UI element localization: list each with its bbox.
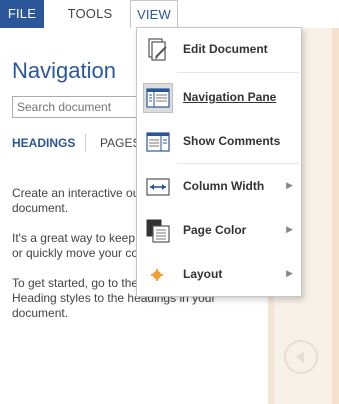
submenu-arrow-icon: ▶ bbox=[286, 180, 293, 190]
view-menu: Edit Document Navigation Pane Show Comme… bbox=[136, 27, 302, 297]
column-width-icon bbox=[146, 178, 170, 196]
document-strip bbox=[332, 28, 339, 404]
layout-icon bbox=[151, 269, 163, 281]
tools-tab[interactable]: TOOLS bbox=[60, 0, 120, 28]
menu-item-layout[interactable]: Layout ▶ bbox=[137, 257, 301, 293]
tab-pages[interactable]: PAGES bbox=[100, 136, 140, 150]
page-color-icon bbox=[146, 219, 170, 243]
menu-item-page-color[interactable]: Page Color ▶ bbox=[137, 213, 301, 249]
tab-headings[interactable]: HEADINGS bbox=[12, 136, 75, 150]
menu-item-label: Column Width bbox=[183, 179, 265, 193]
menu-item-label: Show Comments bbox=[183, 134, 281, 148]
menu-item-label: Layout bbox=[183, 267, 223, 281]
menu-divider bbox=[177, 72, 299, 73]
menu-item-column-width[interactable]: Column Width ▶ bbox=[137, 169, 301, 205]
menu-divider bbox=[177, 163, 299, 164]
file-tab[interactable]: FILE bbox=[0, 0, 44, 28]
submenu-arrow-icon: ▶ bbox=[286, 268, 293, 278]
submenu-arrow-icon: ▶ bbox=[286, 224, 293, 234]
menu-item-label: Edit Document bbox=[183, 42, 268, 56]
menu-item-navigation-pane[interactable]: Navigation Pane bbox=[137, 80, 301, 116]
menu-item-label: Page Color bbox=[183, 223, 247, 237]
menu-item-label: Navigation Pane bbox=[183, 90, 277, 104]
menu-item-show-comments[interactable]: Show Comments bbox=[137, 124, 301, 160]
navigation-title: Navigation bbox=[12, 58, 116, 83]
left-arrow-icon bbox=[296, 351, 304, 363]
edit-document-icon bbox=[148, 38, 167, 61]
tab-separator bbox=[85, 134, 86, 152]
menubar: FILE TOOLS VIEW bbox=[0, 0, 339, 28]
view-tab[interactable]: VIEW bbox=[130, 0, 178, 28]
show-comments-icon bbox=[146, 132, 170, 152]
navigation-pane-icon bbox=[146, 88, 170, 108]
menu-item-edit-document[interactable]: Edit Document bbox=[137, 32, 301, 68]
previous-page-button[interactable] bbox=[284, 340, 318, 374]
